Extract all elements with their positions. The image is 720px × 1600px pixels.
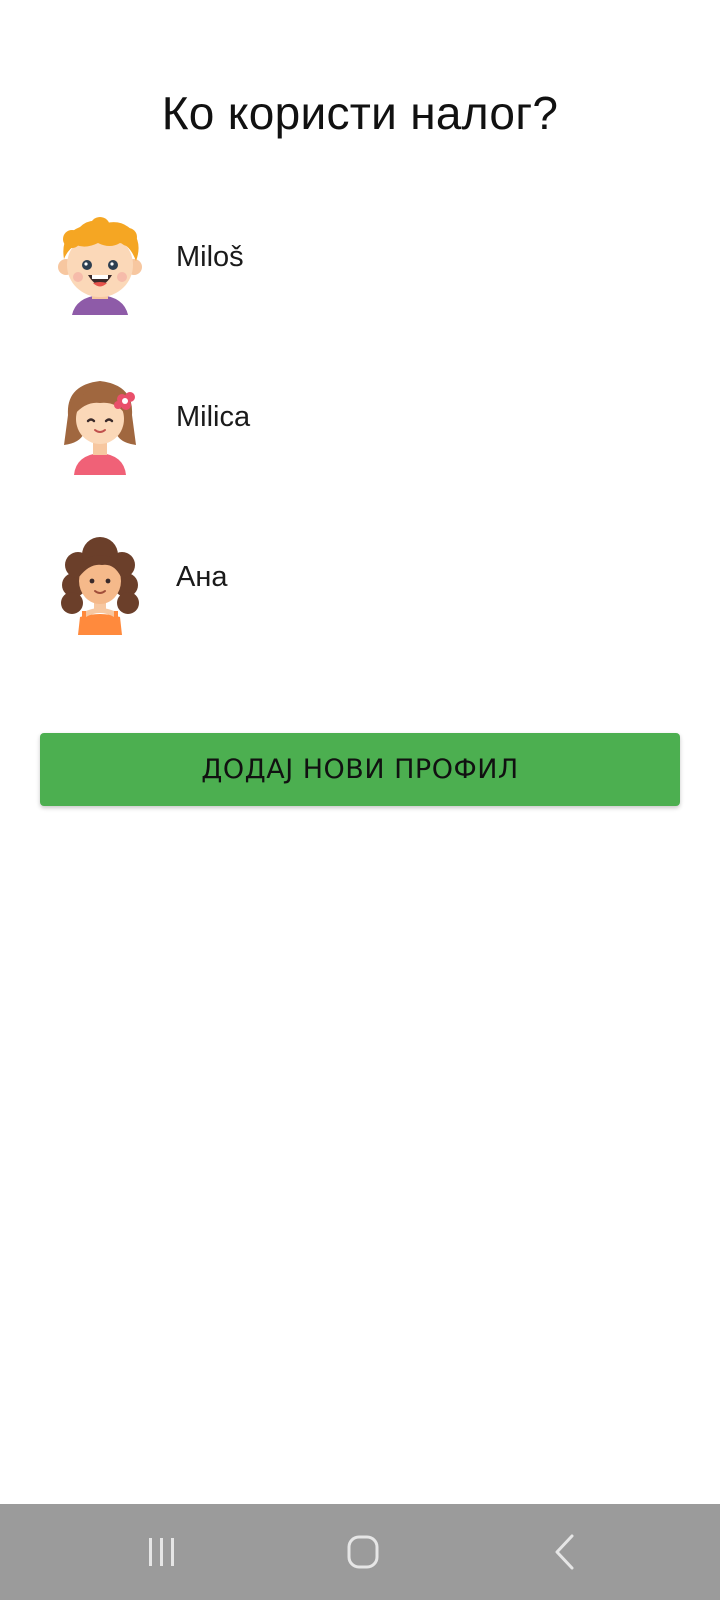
add-profile-button[interactable]: ДОДАЈ НОВИ ПРОФИЛ bbox=[40, 733, 680, 806]
profile-name: Ана bbox=[176, 561, 228, 593]
recent-apps-icon[interactable] bbox=[132, 1526, 192, 1578]
profile-name: Miloš bbox=[176, 241, 244, 273]
page-title: Ко користи налог? bbox=[161, 87, 559, 139]
system-nav-bar bbox=[0, 1504, 720, 1600]
home-icon[interactable] bbox=[333, 1526, 393, 1578]
back-icon[interactable] bbox=[535, 1526, 595, 1578]
boy-avatar-icon bbox=[50, 215, 150, 315]
profile-item-milos[interactable]: Miloš bbox=[40, 215, 680, 345]
profile-item-milica[interactable]: Milica bbox=[40, 375, 680, 505]
profile-item-ana[interactable]: Ана bbox=[40, 535, 680, 665]
girl-flower-avatar-icon bbox=[50, 375, 150, 475]
girl-curly-avatar-icon bbox=[50, 535, 150, 635]
profile-name: Milica bbox=[176, 401, 251, 433]
